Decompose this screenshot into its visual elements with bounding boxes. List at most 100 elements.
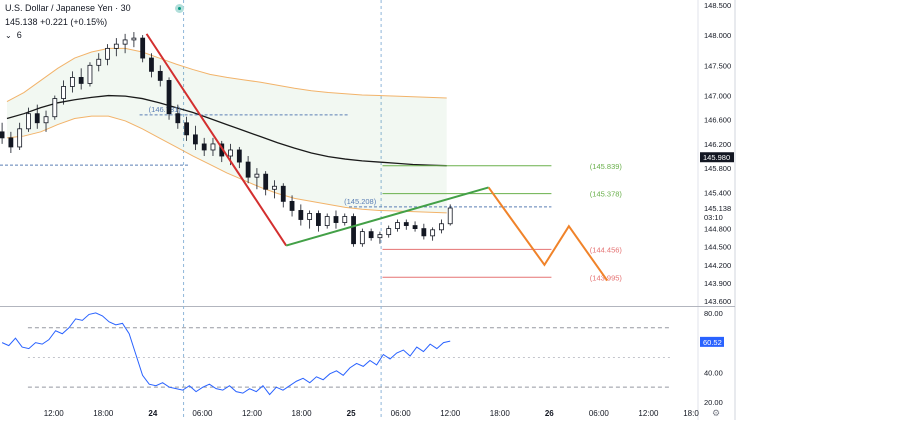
candle-body [447,207,453,225]
candle-body [52,98,58,118]
candle-body [192,134,198,145]
rsi-tick-label: 20.00 [704,398,723,407]
x-tick-label: 12:00 [440,409,461,418]
candle-body [403,222,409,226]
candle-body [26,113,31,130]
candle-body [78,77,84,84]
candle-body [377,234,383,239]
candle-body [280,185,286,202]
target-level-label: (144.456) [590,245,623,254]
price-marker-label: (146.731) [149,105,182,114]
candle-body [210,143,216,151]
indicators-toggle[interactable]: ⌄ 6 [5,30,22,40]
candle-body [316,213,321,226]
x-tick-label: 18:00 [490,409,511,418]
target-level-label: (145.378) [590,190,623,199]
candle-body [245,161,251,178]
candle-body [307,213,313,220]
last-price-label: 145.138 [704,204,731,213]
candle-body [96,58,102,66]
price-change: +0.221 (+0.15%) [40,17,108,27]
candle-body [430,229,436,237]
indicator-count: 6 [16,30,22,40]
last-price: 145.138 [5,17,38,27]
x-tick-label: 18:0 [683,409,699,418]
bar-countdown: 03:10 [704,213,723,222]
y-tick-label: 144.500 [704,243,731,252]
candle-body [439,223,444,231]
rsi-tick-label: 80.00 [704,309,723,318]
candle-body [34,113,40,124]
x-tick-label: 12:00 [242,409,263,418]
candle-body [289,200,295,211]
current-price-label: 145.980 [703,153,730,162]
y-tick-label: 145.400 [704,188,731,197]
candle-body [149,57,154,72]
y-tick-label: 147.500 [704,61,731,70]
market-status-icon[interactable] [174,3,184,13]
x-tick-label: 06:00 [192,409,213,418]
x-tick-label: 12:00 [44,409,65,418]
symbol-label: U.S. Dollar / Japanese Yen · 30 [5,3,131,13]
x-tick-label: 06:00 [589,409,610,418]
candle-body [351,216,356,245]
candle-body [69,77,75,87]
y-tick-label: 146.600 [704,116,731,125]
y-tick-label: 143.600 [704,297,731,306]
y-tick-label: 148.000 [704,31,731,40]
candle-body [105,47,110,60]
candle-body [368,231,374,239]
x-tick-label: 18:00 [292,409,313,418]
candle-body [421,228,427,237]
y-tick-label: 148.500 [704,1,731,10]
y-tick-label: 147.000 [704,92,731,101]
x-tick-label: 24 [148,409,157,418]
rsi-value-label: 60.52 [703,338,722,347]
candle-body [342,216,348,223]
rsi-tick-label: 40.00 [704,368,723,377]
y-tick-label: 144.800 [704,225,731,234]
candle-body [122,39,128,45]
y-tick-label: 144.200 [704,261,731,270]
candle-body [157,70,163,81]
candle-body [87,64,93,84]
candle-body [333,216,339,223]
candle-body [175,113,181,124]
candle-body [228,149,233,157]
candle-body [298,210,304,220]
settings-icon: ⚙ [712,409,720,419]
candle-body [272,185,277,190]
y-tick-label: 146.200 [704,140,731,149]
target-level-label: (145.839) [590,162,623,171]
x-tick-label: 06:00 [391,409,412,418]
candle-body [0,131,5,139]
candle-body [131,37,137,41]
price-marker-label: (145.208) [344,197,377,206]
candle-body [324,216,330,226]
candle-body [184,122,190,136]
price-chart[interactable]: 12:00 18:00 24 06:00 12:00 18:00 25 06:00 12:00 1… [0,0,900,435]
candle-body [17,128,23,148]
candle-body [412,225,418,229]
candle-body [386,228,392,236]
candle-body [140,37,146,59]
quote-row: 145.138 +0.221 (+0.15%) [5,17,107,27]
candle-body [359,231,365,245]
candle-body [166,80,172,115]
y-tick-label: 145.800 [704,164,731,173]
x-tick-label: 12:00 [638,409,659,418]
candle-body [8,137,14,148]
x-tick-label: 18:00 [93,409,114,418]
candle-body [43,116,49,124]
candle-body [113,43,119,49]
candle-body [201,143,207,151]
candle-body [61,86,67,99]
candle-body [395,222,400,229]
x-tick-label: 26 [545,409,554,418]
x-tick-label: 25 [347,409,356,418]
candle-body [254,173,260,178]
candle-body [236,149,242,163]
candle-body [263,173,269,190]
y-tick-label: 143.900 [704,279,731,288]
symbol-header: U.S. Dollar / Japanese Yen · 30 [5,3,184,13]
